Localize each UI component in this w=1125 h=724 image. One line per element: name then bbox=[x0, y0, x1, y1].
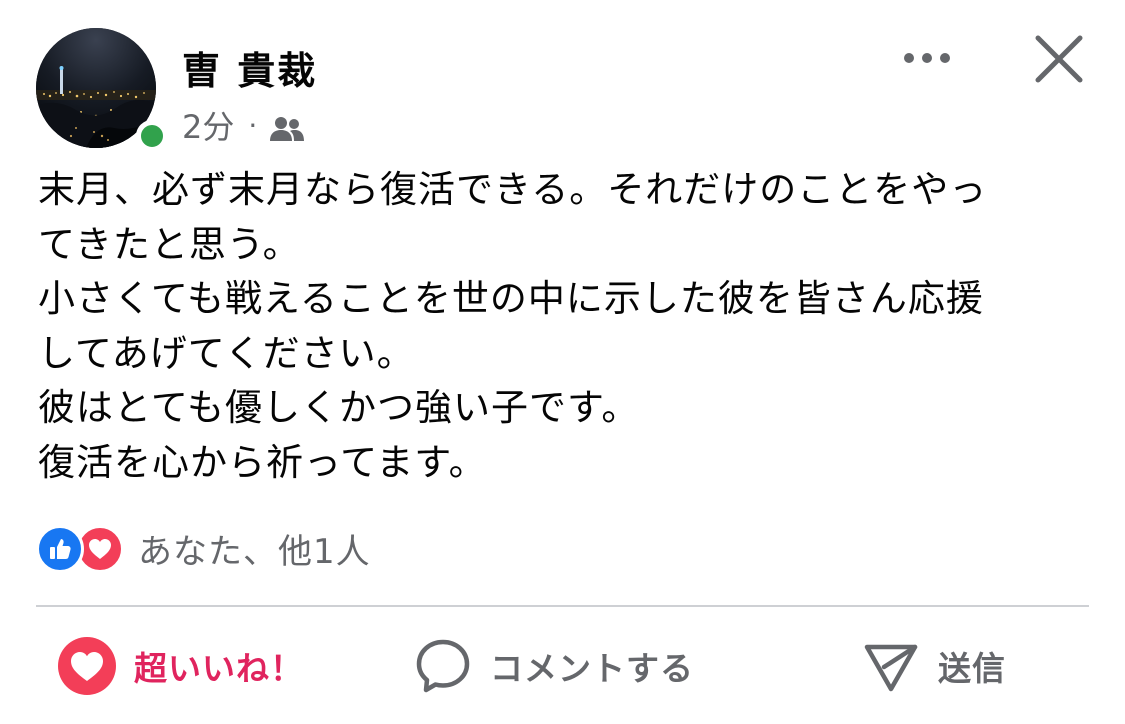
divider bbox=[36, 605, 1089, 607]
friends-icon[interactable] bbox=[269, 112, 305, 141]
like-icon bbox=[36, 524, 84, 573]
comment-button[interactable]: コメントする bbox=[414, 636, 694, 696]
avatar[interactable] bbox=[36, 28, 168, 152]
reactions-summary-text: あなた、他1人 bbox=[138, 532, 371, 572]
comment-icon bbox=[416, 639, 470, 693]
post-meta: 2分 · bbox=[182, 102, 305, 148]
post-text-line: てきたと思う。 bbox=[38, 222, 301, 266]
more-options-icon[interactable] bbox=[897, 38, 957, 78]
meta-separator: · bbox=[248, 108, 258, 142]
send-icon bbox=[864, 644, 918, 692]
love-reaction-label: 超いいね！ bbox=[134, 649, 304, 688]
post-text: 末月、必ず末月なら復活できる。それだけのことをやっ てきたと思う。 小さくても戦… bbox=[38, 163, 1098, 490]
send-label: 送信 bbox=[938, 649, 1006, 688]
post-text-line: 復活を心から祈ってます。 bbox=[38, 440, 487, 484]
send-button[interactable]: 送信 bbox=[862, 636, 1006, 696]
post-text-line: 小さくても戦えることを世の中に示した彼を皆さん応援 bbox=[38, 277, 984, 320]
post-text-line: してあげてください。 bbox=[38, 331, 415, 375]
online-status-indicator bbox=[136, 120, 168, 152]
love-icon bbox=[58, 637, 116, 695]
comment-label: コメントする bbox=[490, 649, 694, 688]
post-time[interactable]: 2分 bbox=[182, 102, 234, 148]
love-reaction-button[interactable]: 超いいね！ bbox=[58, 636, 304, 696]
post-text-line: 末月、必ず末月なら復活できる。それだけのことをやっ bbox=[38, 168, 988, 211]
post-text-line: 彼はとても優しくかつ強い子です。 bbox=[38, 386, 640, 429]
close-icon[interactable] bbox=[1030, 30, 1088, 88]
reactions-summary[interactable]: あなた、他1人 bbox=[36, 524, 371, 573]
author-name[interactable]: 曺 貴裁 bbox=[182, 40, 317, 95]
